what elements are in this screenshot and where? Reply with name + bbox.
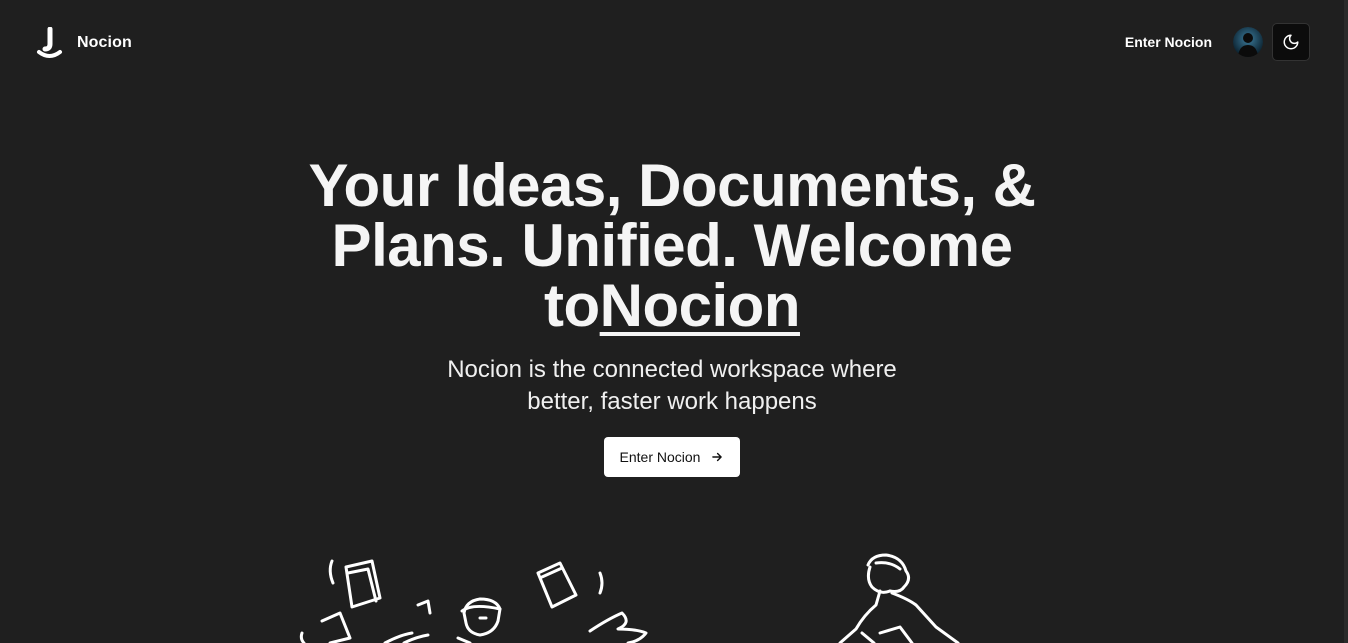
hero-title-brand: Nocion <box>599 272 801 339</box>
hero-title: Your Ideas, Documents, & Plans. Unified.… <box>272 156 1072 336</box>
enter-nocion-button[interactable]: Enter Nocion <box>603 437 741 477</box>
theme-toggle-button[interactable] <box>1272 23 1310 61</box>
hero-section: Your Ideas, Documents, & Plans. Unified.… <box>0 156 1344 477</box>
hero-illustrations <box>299 553 960 643</box>
landing-page: Nocion Enter Nocion Your Ideas, Document… <box>0 0 1348 643</box>
arrow-right-icon <box>712 452 723 462</box>
nav-actions: Enter Nocion <box>1125 23 1310 61</box>
hero-subtitle: Nocion is the connected workspace where … <box>447 356 897 415</box>
brand-home-link[interactable]: Nocion <box>36 27 132 59</box>
person-juggling-documents-illustration <box>299 559 648 643</box>
cta-label: Enter Nocion <box>619 449 701 465</box>
person-reading-illustration <box>838 553 960 643</box>
moon-icon <box>1283 34 1299 50</box>
user-avatar[interactable] <box>1233 27 1263 57</box>
brand-name: Nocion <box>77 34 132 51</box>
enter-nocion-link[interactable]: Enter Nocion <box>1125 34 1212 50</box>
navbar: Nocion Enter Nocion <box>0 0 1344 86</box>
jotion-logo-icon <box>37 27 62 58</box>
page-scrollbar[interactable] <box>1344 0 1348 643</box>
avatar-icon <box>1233 27 1263 57</box>
